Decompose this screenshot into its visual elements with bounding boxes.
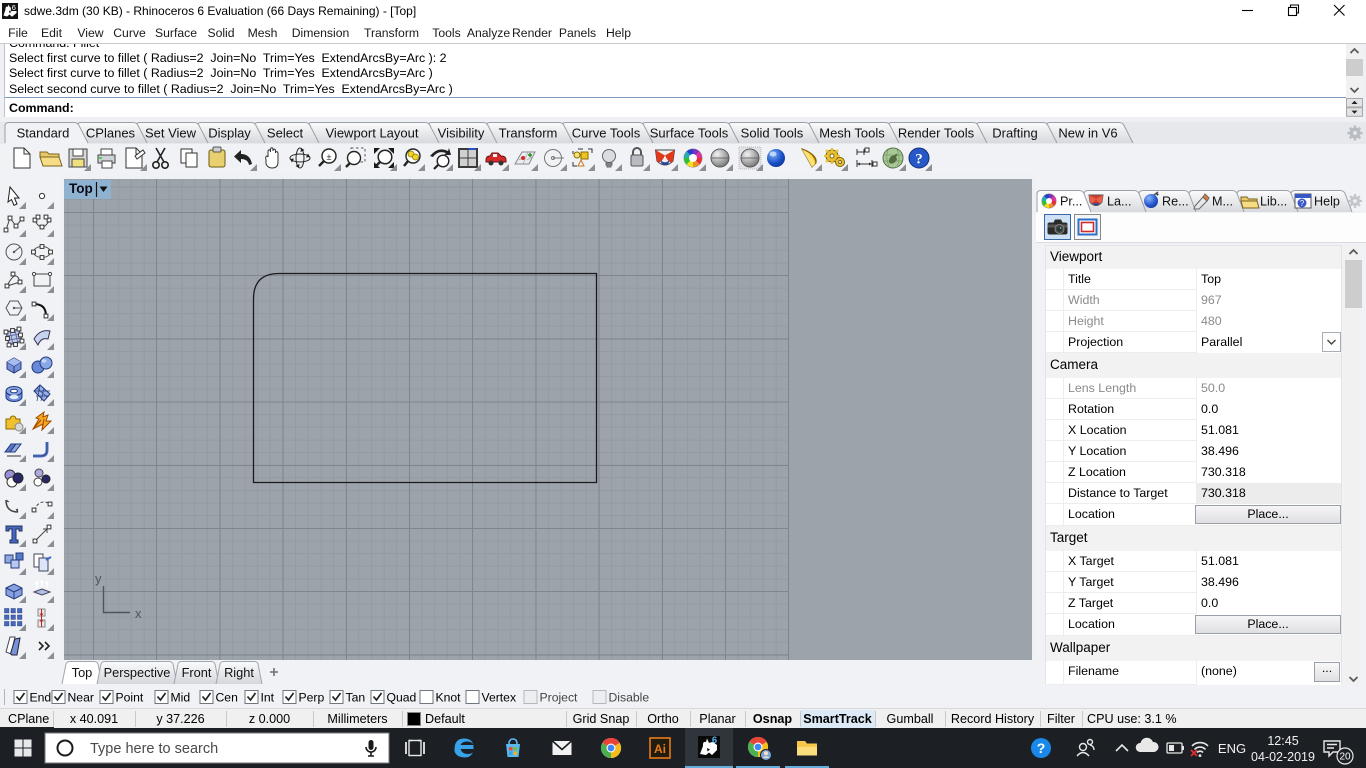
svg-text:Re...: Re...	[1162, 195, 1189, 209]
svg-text:New in V6: New in V6	[1058, 126, 1117, 141]
svg-text:Quad: Quad	[387, 691, 417, 705]
svg-text:±: ±	[327, 152, 332, 162]
svg-text:Render Tools: Render Tools	[898, 126, 975, 141]
svg-text:Curve: Curve	[113, 26, 146, 40]
svg-text:Near: Near	[68, 691, 94, 705]
svg-text:Lib...: Lib...	[1260, 195, 1287, 209]
svg-text:Tools: Tools	[432, 26, 460, 40]
svg-text:M...: M...	[1212, 195, 1233, 209]
svg-text:?: ?	[1037, 740, 1046, 756]
svg-text:CPlanes: CPlanes	[86, 126, 136, 141]
svg-text:12:45: 12:45	[1267, 734, 1298, 748]
svg-text:Perspective: Perspective	[104, 665, 171, 680]
svg-text:Pr...: Pr...	[1060, 195, 1082, 209]
svg-text:ENG: ENG	[1218, 741, 1246, 756]
svg-text:Tan: Tan	[346, 691, 366, 705]
svg-text:Set View: Set View	[145, 126, 197, 141]
svg-text:Right: Right	[224, 665, 254, 680]
svg-text:Surface: Surface	[155, 26, 197, 40]
svg-text:x: x	[135, 606, 142, 621]
svg-text:Type here to search: Type here to search	[90, 741, 218, 757]
svg-text:Cen: Cen	[216, 691, 238, 705]
svg-text:04-02-2019: 04-02-2019	[1251, 750, 1315, 764]
svg-text:Curve Tools: Curve Tools	[572, 126, 641, 141]
svg-text:Vertex: Vertex	[482, 691, 517, 705]
svg-text:Visibility: Visibility	[438, 126, 485, 141]
svg-text:Int: Int	[261, 691, 275, 705]
svg-text:Transform: Transform	[364, 26, 419, 40]
svg-text:Display: Display	[208, 126, 251, 141]
svg-text:Help: Help	[1314, 195, 1340, 209]
svg-text:?: ?	[915, 152, 923, 168]
svg-text:Help: Help	[606, 26, 631, 40]
svg-text:Point: Point	[116, 691, 144, 705]
svg-text:Viewport Layout: Viewport Layout	[326, 126, 419, 141]
svg-text:Perp: Perp	[299, 691, 325, 705]
svg-text:File: File	[8, 26, 28, 40]
svg-text:Render: Render	[512, 26, 552, 40]
svg-text:Drafting: Drafting	[992, 126, 1038, 141]
svg-text:Transform: Transform	[499, 126, 558, 141]
svg-text:Solid Tools: Solid Tools	[741, 126, 804, 141]
svg-text:View: View	[77, 26, 103, 40]
svg-text:Select: Select	[267, 126, 304, 141]
svg-text:6: 6	[12, 3, 16, 12]
svg-text:20: 20	[1339, 752, 1351, 763]
svg-text:Mesh: Mesh	[248, 26, 278, 40]
svg-text:Knot: Knot	[436, 691, 462, 705]
svg-text:Disable: Disable	[609, 691, 650, 705]
svg-text:La...: La...	[1107, 195, 1132, 209]
svg-text:Mid: Mid	[171, 691, 191, 705]
svg-text:Panels: Panels	[559, 26, 596, 40]
svg-text:Edit: Edit	[41, 26, 63, 40]
svg-text:Standard: Standard	[17, 126, 70, 141]
svg-text:Mesh Tools: Mesh Tools	[819, 126, 885, 141]
svg-text:Front: Front	[182, 665, 212, 680]
svg-text:Analyze: Analyze	[467, 26, 511, 40]
svg-text:Project: Project	[540, 691, 579, 705]
svg-text:Solid: Solid	[207, 26, 234, 40]
svg-text:?: ?	[1300, 199, 1305, 208]
svg-text:Ai: Ai	[654, 742, 666, 756]
svg-text:y: y	[95, 571, 102, 586]
svg-text:Surface Tools: Surface Tools	[650, 126, 729, 141]
svg-text:6: 6	[712, 735, 717, 746]
svg-text:Top: Top	[72, 665, 93, 680]
svg-text:Dimension: Dimension	[292, 26, 350, 40]
svg-text:End: End	[30, 691, 52, 705]
